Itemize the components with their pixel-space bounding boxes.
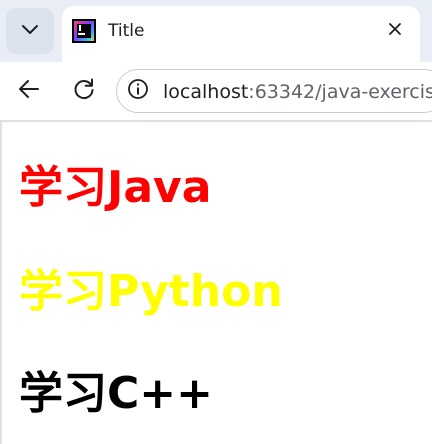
tab-active[interactable]: Title bbox=[62, 6, 420, 62]
tab-search-button[interactable] bbox=[6, 8, 54, 54]
address-bar[interactable]: localhost:63342/java-exercise bbox=[116, 69, 432, 113]
page-content: 学习Java 学习Python 学习C++ bbox=[0, 120, 432, 444]
close-icon bbox=[387, 21, 403, 41]
info-icon bbox=[127, 78, 149, 104]
url-path: :63342/java-exercise bbox=[248, 81, 432, 103]
back-button[interactable] bbox=[12, 74, 46, 108]
heading-cpp: 学习C++ bbox=[19, 368, 214, 419]
site-info-button[interactable] bbox=[127, 78, 149, 104]
chevron-down-icon bbox=[20, 19, 40, 43]
reload-button[interactable] bbox=[67, 74, 101, 108]
url-host: localhost bbox=[163, 81, 249, 103]
back-arrow-icon bbox=[16, 76, 42, 106]
reload-icon bbox=[71, 76, 97, 106]
heading-java: 学习Java bbox=[19, 162, 212, 213]
url-text: localhost:63342/java-exercise bbox=[163, 80, 432, 104]
tab-close-button[interactable] bbox=[382, 18, 408, 44]
browser-toolbar: localhost:63342/java-exercise bbox=[0, 62, 432, 120]
intellij-icon bbox=[72, 19, 96, 43]
heading-python: 学习Python bbox=[19, 266, 283, 317]
tab-title: Title bbox=[108, 21, 145, 41]
tab-strip: Title bbox=[0, 0, 432, 62]
